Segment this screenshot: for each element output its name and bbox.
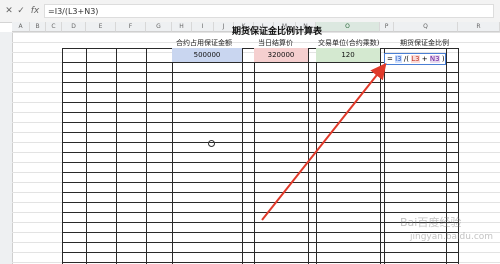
watermark-url: jingyan.baidu.com (410, 232, 494, 242)
watermark-logo: Bai百度经验 (400, 216, 462, 229)
